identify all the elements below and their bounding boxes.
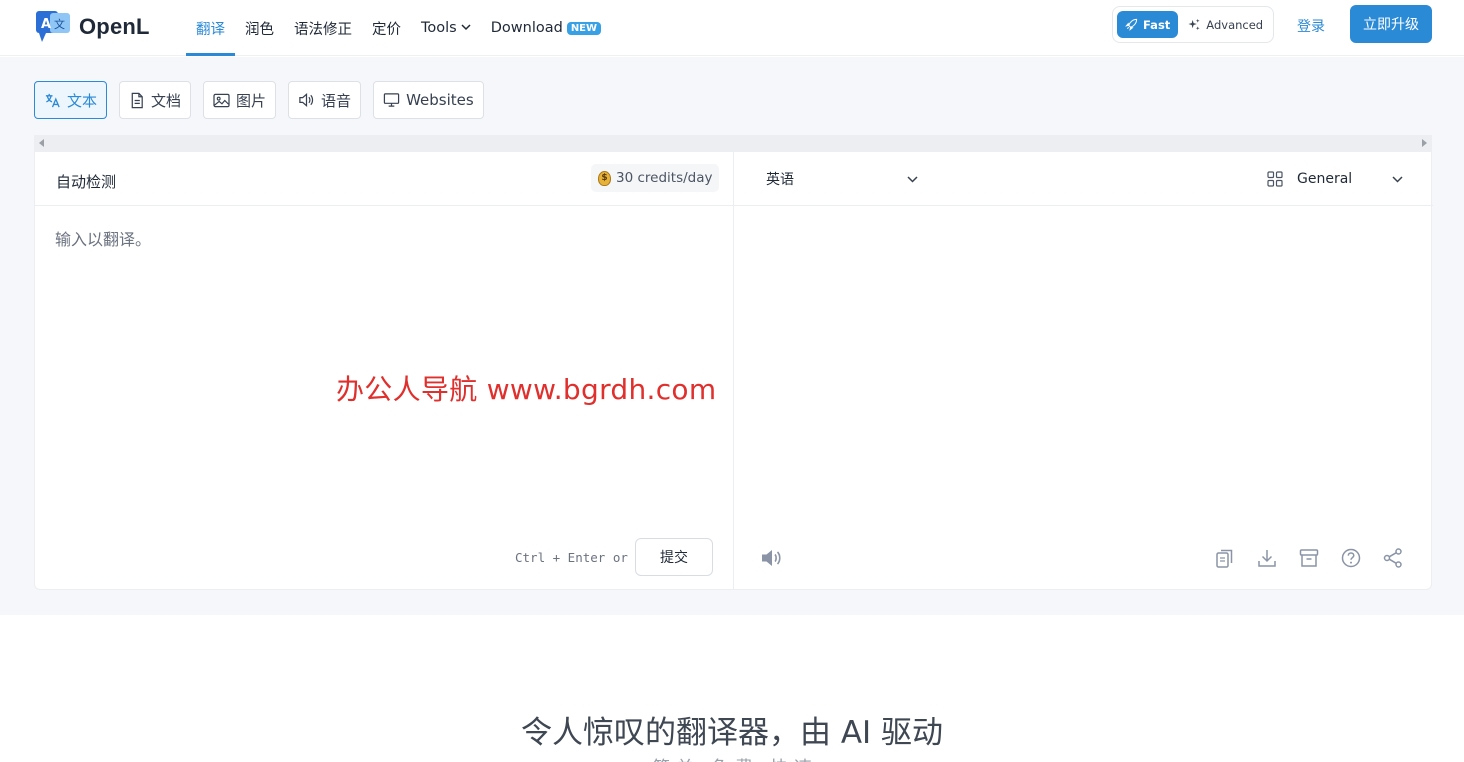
money-bag-icon: $ — [598, 170, 611, 186]
domain-selector[interactable]: General — [1267, 169, 1403, 189]
upgrade-button[interactable]: 立即升级 — [1350, 5, 1432, 43]
source-language-selector[interactable]: 自动检测 — [56, 171, 116, 192]
translate-icon — [45, 93, 60, 107]
mode-advanced-label: Advanced — [1206, 17, 1264, 32]
tab-document[interactable]: 文档 — [119, 81, 192, 119]
rocket-icon — [1125, 18, 1138, 31]
mode-advanced-button[interactable]: Advanced — [1178, 11, 1273, 38]
nav-tools[interactable]: Tools — [411, 0, 481, 56]
help-icon[interactable] — [1339, 546, 1363, 570]
openl-logo-icon: A 文 — [36, 9, 72, 45]
image-icon — [213, 93, 230, 107]
chevron-down-icon — [907, 175, 918, 183]
tab-text[interactable]: 文本 — [34, 81, 108, 119]
nav-polish[interactable]: 润色 — [235, 0, 284, 56]
nav-translate[interactable]: 翻译 — [186, 0, 235, 56]
nav-grammar[interactable]: 语法修正 — [284, 0, 362, 56]
watermark-text: 办公人导航 www.bgrdh.com — [336, 373, 717, 406]
svg-text:A: A — [41, 17, 51, 32]
logo[interactable]: A 文 OpenL — [36, 9, 150, 45]
document-icon — [131, 92, 143, 108]
submit-button[interactable]: 提交 — [635, 538, 713, 576]
panel-divider — [733, 152, 734, 590]
chevron-down-icon — [1392, 175, 1403, 183]
input-type-tabs: 文本 文档 图片 语音 Websites — [34, 81, 496, 119]
scroll-left-arrow-icon[interactable] — [39, 139, 44, 147]
download-icon[interactable] — [1255, 546, 1279, 570]
hero-subline: 简 单 · 免 费 · 快 速 — [0, 754, 1464, 762]
mode-fast-button[interactable]: Fast — [1117, 11, 1179, 38]
main-nav: 翻译 润色 语法修正 定价 Tools Download NEW — [186, 0, 611, 56]
tab-document-label: 文档 — [151, 91, 182, 110]
shortcut-hint: Ctrl + Enter or — [515, 550, 628, 565]
tab-voice[interactable]: 语音 — [288, 81, 362, 119]
tab-websites-label: Websites — [406, 91, 474, 109]
tab-voice-label: 语音 — [321, 91, 352, 110]
svg-text:文: 文 — [54, 17, 65, 31]
result-actions — [1213, 546, 1423, 570]
archive-icon[interactable] — [1297, 546, 1321, 570]
chevron-down-icon — [461, 23, 471, 34]
domain-label: General — [1297, 171, 1353, 187]
top-header: A 文 OpenL 翻译 润色 语法修正 定价 Tools Download N… — [0, 0, 1464, 56]
target-language-label: 英语 — [766, 172, 794, 188]
panel-header-divider — [35, 205, 1433, 206]
speaker-icon — [299, 92, 314, 108]
monitor-icon — [383, 93, 400, 107]
nav-download[interactable]: Download NEW — [481, 0, 611, 56]
source-text-input[interactable] — [55, 226, 715, 486]
credits-badge: $ 30 credits/day — [591, 164, 720, 192]
translator-section: 文本 文档 图片 语音 Websites 自动检测 $ 30 credits/d… — [0, 57, 1464, 615]
nav-download-label: Download — [490, 20, 563, 36]
nav-tools-label: Tools — [421, 20, 457, 36]
sparkles-icon — [1188, 18, 1200, 31]
tab-text-label: 文本 — [67, 91, 98, 110]
tab-image[interactable]: 图片 — [203, 81, 277, 119]
tab-websites[interactable]: Websites — [373, 81, 484, 119]
listen-speaker-icon[interactable] — [760, 547, 784, 573]
tab-image-label: 图片 — [236, 91, 267, 110]
horizontal-scrollbar[interactable] — [34, 135, 1432, 152]
credits-text: 30 credits/day — [616, 170, 713, 186]
login-link[interactable]: 登录 — [1297, 16, 1325, 36]
brand-name: OpenL — [79, 14, 150, 39]
new-badge: NEW — [566, 21, 602, 35]
grid-icon — [1267, 171, 1283, 187]
scroll-right-arrow-icon[interactable] — [1422, 139, 1427, 147]
nav-pricing[interactable]: 定价 — [362, 0, 411, 56]
mode-fast-label: Fast — [1143, 17, 1171, 32]
share-icon[interactable] — [1381, 546, 1405, 570]
mode-switch: Fast Advanced — [1112, 6, 1274, 43]
copy-icon[interactable] — [1213, 546, 1237, 570]
hero-headline: 令人惊叹的翻译器，由 AI 驱动 — [520, 715, 944, 751]
target-language-selector[interactable]: 英语 — [766, 169, 918, 189]
translation-panel: 自动检测 $ 30 credits/day Ctrl + Enter or 提交… — [34, 152, 1433, 590]
